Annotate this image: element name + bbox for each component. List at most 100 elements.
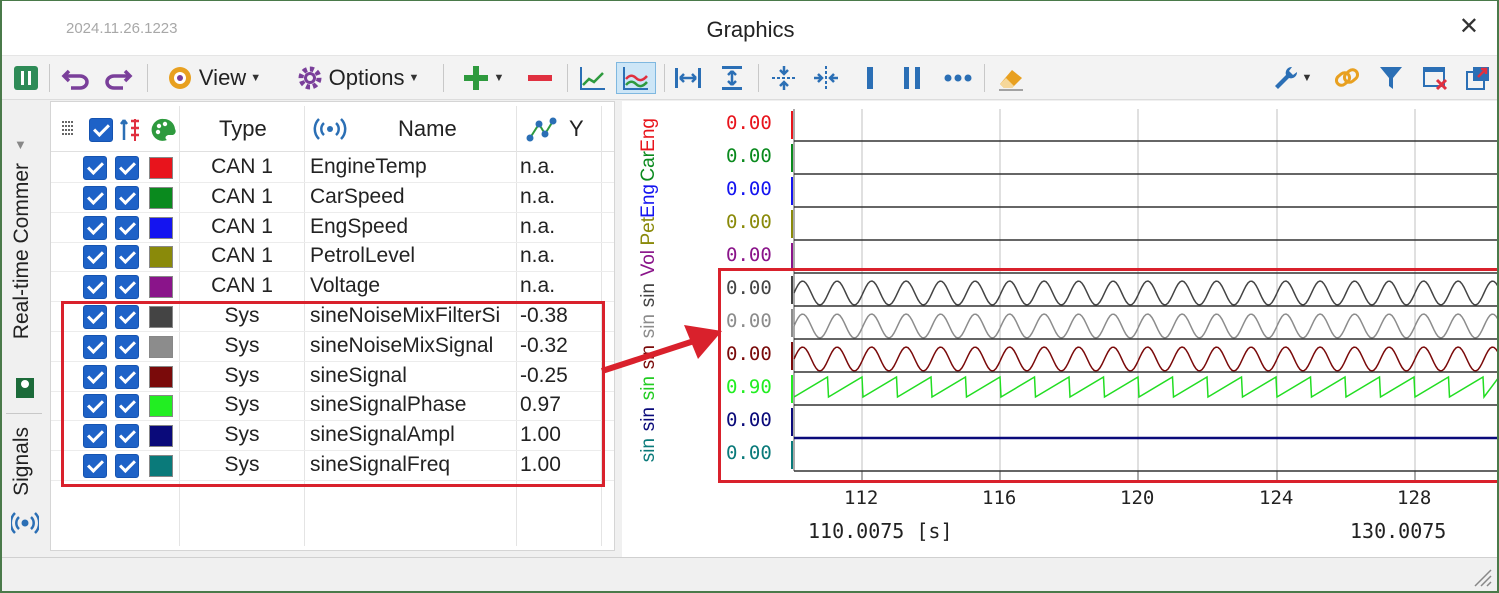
eraser-icon	[999, 70, 1023, 91]
compress-horizontal-button[interactable]	[810, 62, 842, 94]
erase-button[interactable]	[994, 62, 1028, 94]
column-header-y[interactable]: Y	[569, 116, 584, 142]
signal-name: Voltage	[310, 274, 381, 298]
link-icon	[1334, 68, 1360, 87]
signal-type: CAN 1	[211, 184, 273, 208]
scatter-icon	[526, 117, 557, 142]
line-chart-button[interactable]	[577, 62, 609, 94]
visible-checkbox[interactable]	[83, 275, 107, 300]
tools-menu-button[interactable]: ▼	[1266, 62, 1318, 94]
color-swatch[interactable]	[149, 216, 173, 239]
wrench-icon	[1274, 66, 1297, 89]
signal-name: EngSpeed	[310, 214, 409, 238]
highlight-box-signals	[61, 301, 605, 487]
x-tick-label: 124	[1259, 487, 1294, 509]
tab-signals[interactable]: Signals	[10, 427, 34, 496]
tab-realtime-commander[interactable]: Real-time Commer	[10, 163, 34, 339]
color-swatch[interactable]	[149, 186, 173, 209]
column-header-name[interactable]: Name	[398, 116, 457, 142]
pause-button[interactable]	[12, 62, 40, 94]
fit-vertical-button[interactable]	[716, 62, 748, 94]
undock-button[interactable]	[1462, 62, 1494, 94]
visible-checkbox[interactable]	[83, 156, 107, 180]
view-icon	[168, 67, 191, 89]
column-header-type[interactable]: Type	[219, 116, 267, 142]
visible-checkbox[interactable]	[83, 245, 107, 270]
signal-name: EngineTemp	[310, 155, 427, 178]
axis-checkbox[interactable]	[115, 275, 139, 300]
realtime-icon	[16, 378, 34, 398]
x-tick-label: 112	[844, 487, 879, 509]
signal-value: n.a.	[520, 274, 556, 298]
clear-window-button[interactable]	[1418, 62, 1452, 94]
fit-horizontal-button[interactable]	[672, 62, 704, 94]
table-row[interactable]: CAN 1 PetrolLevel n.a.	[51, 242, 614, 273]
toolbar: View ▼ Options ▼ ▼ ▼	[2, 56, 1497, 100]
link-button[interactable]	[1330, 62, 1364, 94]
palette-icon[interactable]	[151, 117, 177, 143]
options-menu-button[interactable]: Options ▼	[284, 62, 432, 94]
window-title: Graphics	[706, 17, 795, 42]
color-swatch[interactable]	[149, 276, 173, 299]
y-axis-label: 0.00	[726, 112, 772, 134]
vertical-signal-labels: sin sin sin sin sin sin Vol Pet Eng Car Eng	[638, 101, 664, 471]
axis-visibility-icon[interactable]	[119, 117, 143, 143]
add-signal-button[interactable]: ▼	[454, 62, 512, 94]
table-row[interactable]: CAN 1 Voltage n.a.	[51, 272, 614, 303]
side-tab-strip: ▼ Real-time Commer Signals	[2, 101, 46, 557]
single-cursor-button[interactable]	[854, 62, 886, 94]
multi-line-chart-icon	[623, 67, 648, 90]
axis-checkbox[interactable]	[115, 245, 139, 270]
table-row[interactable]: CAN 1 EngSpeed n.a.	[51, 213, 614, 243]
signal-type: CAN 1	[211, 244, 273, 268]
fit-vertical-icon	[722, 66, 742, 90]
chevron-down-icon: ▼	[408, 72, 420, 84]
y-axis-label: 0.00	[726, 178, 772, 200]
line-chart-icon	[580, 67, 605, 90]
visible-checkbox[interactable]	[83, 215, 107, 240]
signal-value: n.a.	[520, 184, 556, 208]
signal-name: PetrolLevel	[310, 244, 416, 268]
signal-value: n.a.	[520, 155, 556, 178]
visible-checkbox[interactable]	[83, 185, 107, 210]
signal-type: CAN 1	[211, 155, 273, 178]
redo-button[interactable]	[102, 62, 134, 94]
row-handle-icon[interactable]	[61, 120, 75, 136]
color-swatch[interactable]	[149, 157, 173, 179]
collapse-arrow-icon[interactable]: ▼	[14, 137, 27, 152]
double-cursor-icon	[904, 67, 920, 89]
resize-grip-icon[interactable]	[1471, 566, 1493, 588]
axis-checkbox[interactable]	[115, 215, 139, 240]
vertical-signal-label: Vol	[638, 250, 659, 277]
more-button[interactable]	[942, 62, 974, 94]
chevron-down-icon: ▼	[493, 72, 505, 84]
close-icon[interactable]: ✕	[1459, 15, 1479, 39]
view-menu-button[interactable]: View ▼	[158, 62, 270, 94]
double-cursor-button[interactable]	[896, 62, 928, 94]
minus-icon	[528, 75, 552, 81]
axis-checkbox[interactable]	[115, 185, 139, 210]
table-row[interactable]: CAN 1 CarSpeed n.a.	[51, 183, 614, 213]
y-axis-label: 0.00	[726, 244, 772, 266]
multi-axis-button[interactable]	[616, 62, 656, 94]
select-all-checkbox[interactable]	[89, 118, 113, 142]
clear-window-icon	[1423, 67, 1448, 91]
annotation-arrow	[601, 325, 722, 374]
signal-type: CAN 1	[211, 214, 273, 238]
chevron-down-icon: ▼	[250, 72, 262, 84]
compress-vertical-button[interactable]	[768, 62, 800, 94]
filter-button[interactable]	[1374, 62, 1408, 94]
graphics-window: 2024.11.26.1223 Graphics ✕ View ▼ Option…	[0, 0, 1499, 593]
signal-type: CAN 1	[211, 274, 273, 298]
redo-icon	[105, 69, 133, 90]
table-row[interactable]: CAN 1 EngineTemp n.a.	[51, 153, 614, 183]
axis-checkbox[interactable]	[115, 156, 139, 180]
undo-button[interactable]	[60, 62, 92, 94]
vertical-signal-label: sin	[638, 438, 659, 463]
signal-broadcast-icon	[11, 512, 39, 534]
vertical-signal-label: sin	[638, 407, 659, 432]
color-swatch[interactable]	[149, 246, 173, 269]
remove-signal-button[interactable]	[524, 62, 556, 94]
x-tick-label: 128	[1397, 487, 1432, 509]
signal-value: n.a.	[520, 244, 556, 268]
